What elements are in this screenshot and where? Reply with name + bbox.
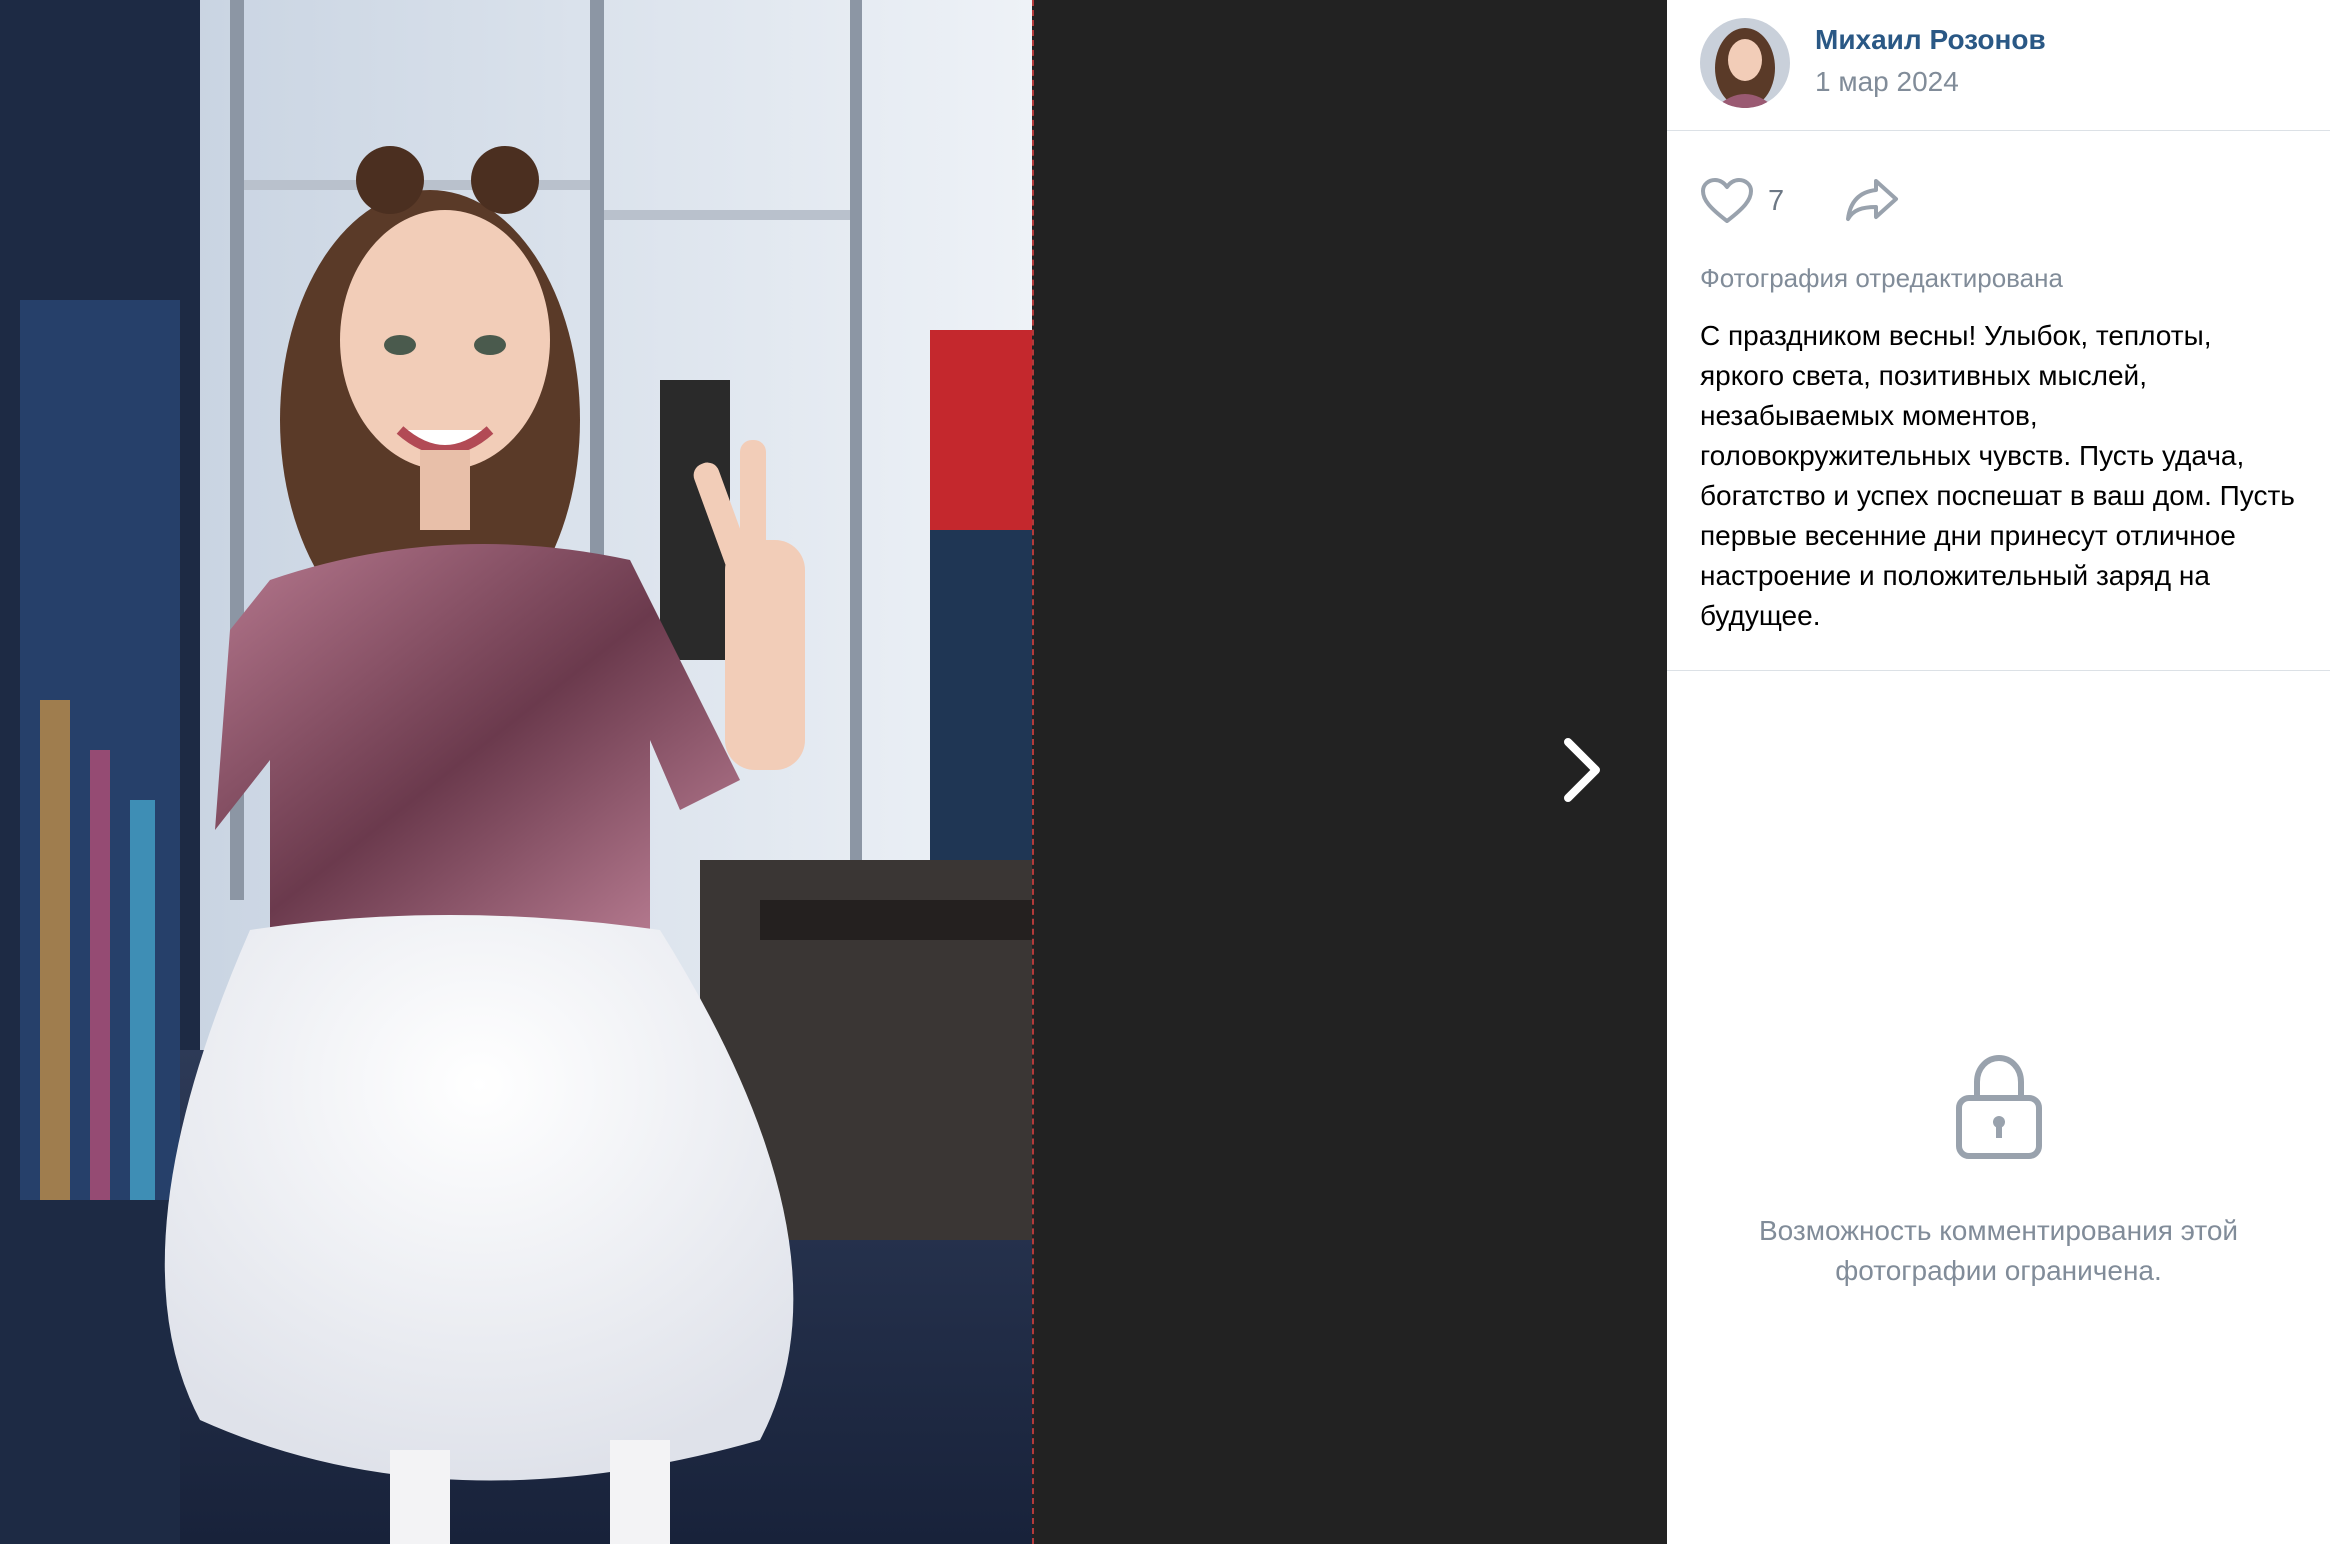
divider [1667,670,2330,671]
photo-caption: С праздником весны! Улыбок, теплоты, ярк… [1700,320,2295,631]
heart-icon [1701,178,1753,223]
share-arrow-icon [1846,179,1898,221]
photo-image[interactable] [0,0,1034,1544]
author-name-link[interactable]: Михаил Розонов [1815,24,2046,56]
like-count: 7 [1768,184,1785,217]
chevron-right-icon [1564,738,1600,802]
post-header: Михаил Розонов 1 мар 2024 [1667,0,2330,131]
avatar[interactable] [1700,18,1790,108]
photo-stage [0,0,1667,1544]
photo-info-panel: Михаил Розонов 1 мар 2024 7 Фотография о… [1667,0,2330,1544]
share-button[interactable] [1842,175,1902,225]
comments-locked-notice: Возможность комментирования этой фотогра… [1667,1050,2330,1291]
post-date: 1 мар 2024 [1815,66,1959,97]
comments-locked-text: Возможность комментирования этой фотогра… [1758,1215,2239,1286]
photo-actions: 7 [1667,131,2330,259]
edited-note: Фотография отредактирована [1700,263,2063,293]
photo-viewer: Михаил Розонов 1 мар 2024 7 Фотография о… [0,0,2330,1544]
like-button[interactable]: 7 [1700,171,1784,231]
next-photo-button[interactable] [1510,700,1650,840]
lock-icon [1955,1054,2042,1159]
